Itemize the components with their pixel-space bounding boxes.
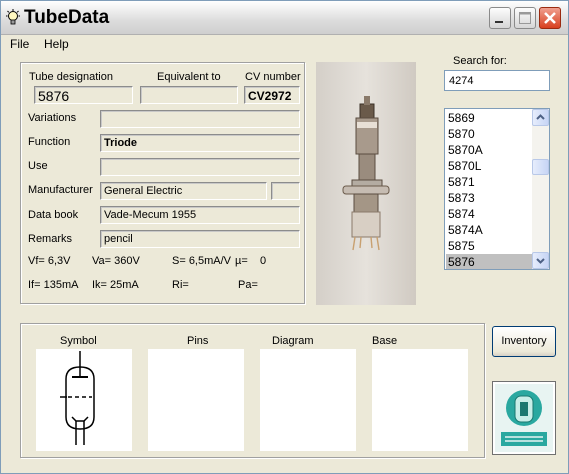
pins-title: Pins <box>187 335 209 347</box>
ik-value: Ik= 25mA <box>92 279 139 291</box>
symbol-panel <box>36 349 132 451</box>
menu-file[interactable]: File <box>10 37 29 51</box>
remarks-label: Remarks <box>28 233 73 245</box>
chevron-down-icon <box>536 258 545 264</box>
triode-symbol-icon <box>60 351 95 445</box>
list-item[interactable]: 5874 <box>446 206 532 222</box>
databook-label: Data book <box>28 209 79 221</box>
list-item[interactable]: 5873 <box>446 190 532 206</box>
list-item[interactable]: 5870A <box>446 142 532 158</box>
tube-photo <box>316 62 416 305</box>
manufacturer-field[interactable]: General Electric <box>100 182 267 200</box>
tubedata-logo <box>492 381 556 455</box>
mu-label: µ= <box>235 255 248 267</box>
list-item[interactable]: 5871 <box>446 174 532 190</box>
list-item[interactable]: 5869 <box>446 110 532 126</box>
list-item[interactable]: 5870L <box>446 158 532 174</box>
list-item[interactable]: 5875 <box>446 238 532 254</box>
manufacturer-code-field[interactable] <box>271 182 300 200</box>
use-label: Use <box>28 160 48 172</box>
cv-number-field[interactable]: CV2972 <box>244 86 300 104</box>
remarks-field[interactable]: pencil <box>100 230 300 248</box>
listbox-scrollbar[interactable] <box>532 109 549 269</box>
tube-designation-label: Tube designation <box>29 71 113 83</box>
va-value: Va= 360V <box>92 255 140 267</box>
pa-value: Pa= <box>238 279 258 291</box>
diagram-panel <box>260 349 356 451</box>
manufacturer-label: Manufacturer <box>28 184 93 196</box>
app-window: TubeData File Help Tube designation Equi… <box>0 0 569 474</box>
title-bar[interactable]: TubeData <box>1 1 568 35</box>
databook-field[interactable]: Vade-Mecum 1955 <box>100 206 300 224</box>
window-title: TubeData <box>24 7 110 28</box>
scroll-thumb[interactable] <box>532 159 549 175</box>
ri-value: Ri= <box>172 279 189 291</box>
symbol-title: Symbol <box>60 335 97 347</box>
list-item[interactable]: 5874A <box>446 222 532 238</box>
variations-label: Variations <box>28 112 77 124</box>
variations-field[interactable] <box>100 110 300 128</box>
base-panel <box>372 349 468 451</box>
maximize-icon <box>519 12 531 24</box>
chevron-up-icon <box>536 114 545 120</box>
maximize-button[interactable] <box>514 7 536 29</box>
mu-value: 0 <box>260 255 267 267</box>
tube-listbox[interactable]: 5869 5870 5870A 5870L 5871 5873 5874 587… <box>444 108 550 270</box>
equivalent-label: Equivalent to <box>157 71 221 83</box>
function-label: Function <box>28 136 71 148</box>
list-item[interactable]: 5870 <box>446 126 532 142</box>
inventory-button[interactable]: Inventory <box>492 326 556 357</box>
menu-bar: File Help <box>1 35 568 54</box>
close-icon <box>544 12 556 24</box>
function-field[interactable]: Triode <box>100 134 300 152</box>
s-value: S= 6,5mA/V <box>172 255 232 267</box>
minimize-button[interactable] <box>489 7 511 29</box>
pins-panel <box>148 349 244 451</box>
base-title: Base <box>372 335 398 347</box>
diagram-title: Diagram <box>272 335 314 347</box>
lightbulb-icon <box>6 9 20 25</box>
search-label: Search for: <box>453 55 507 67</box>
vf-value: Vf= 6,3V <box>28 255 71 267</box>
scroll-down-button[interactable] <box>532 252 549 269</box>
list-item-selected[interactable]: 5876 <box>446 254 532 269</box>
if-value: If= 135mA <box>28 279 79 291</box>
scroll-up-button[interactable] <box>532 109 549 126</box>
close-button[interactable] <box>539 7 561 29</box>
cv-number-label: CV number <box>245 71 301 83</box>
minimize-icon <box>495 21 503 23</box>
equivalent-field[interactable] <box>140 86 238 104</box>
menu-help[interactable]: Help <box>44 37 69 51</box>
search-input[interactable] <box>444 70 550 91</box>
tube-designation-field[interactable]: 5876 <box>34 86 133 104</box>
use-field[interactable] <box>100 158 300 176</box>
